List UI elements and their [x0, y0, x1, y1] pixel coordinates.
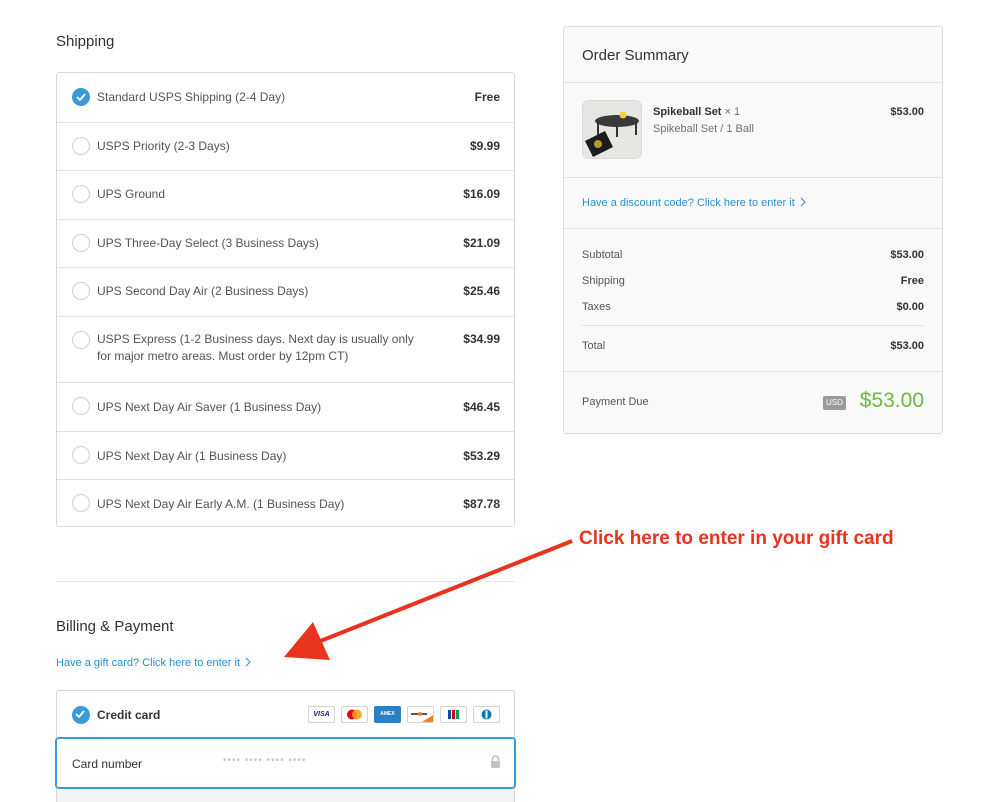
divider [564, 177, 942, 178]
product-variant: Spikeball Set / 1 Ball [653, 123, 754, 135]
shipping-options-list: Standard USPS Shipping (2-4 Day) Free US… [56, 72, 515, 527]
shipping-option-ups-second-day[interactable]: UPS Second Day Air (2 Business Days) $25… [57, 267, 514, 316]
shipping-label: Shipping [582, 275, 625, 287]
payment-method-label: Credit card [97, 708, 161, 722]
subtotal-label: Subtotal [582, 249, 623, 261]
radio-icon[interactable] [72, 446, 90, 464]
shipping-option-label: USPS Priority (2-3 Days) [97, 139, 230, 153]
shipping-option-ups-ground[interactable]: UPS Ground $16.09 [57, 170, 514, 219]
payment-due-amount: $53.00 [859, 389, 924, 412]
order-summary-panel: Order Summary Spikeball Set × 1 Spikebal… [563, 26, 943, 434]
shipping-option-usps-express[interactable]: USPS Express (1-2 Business days. Next da… [57, 316, 514, 382]
discount-code-link[interactable]: Have a discount code? Click here to ente… [582, 197, 806, 209]
diners-club-icon [473, 706, 500, 723]
amex-icon: AMEX [374, 706, 401, 723]
total-label: Total [582, 340, 606, 352]
lock-icon [491, 755, 500, 768]
product-title: Spikeball Set [653, 106, 722, 118]
radio-icon[interactable] [72, 494, 90, 512]
gift-card-link-text[interactable]: Have a gift card? Click here to enter it [56, 657, 240, 669]
radio-checked-icon[interactable] [72, 88, 90, 106]
shipping-option-price: $9.99 [469, 139, 500, 153]
annotation-callout: Click here to enter in your gift card [579, 528, 894, 549]
divider [564, 371, 942, 372]
chevron-right-icon [245, 657, 251, 667]
shipping-option-ups-next-day-early[interactable]: UPS Next Day Air Early A.M. (1 Business … [57, 479, 514, 526]
divider [582, 325, 924, 326]
shipping-section-title: Shipping [56, 33, 115, 50]
shipping-option-label: UPS Three-Day Select (3 Business Days) [97, 236, 319, 250]
gift-card-link[interactable]: Have a gift card? Click here to enter it [56, 657, 251, 669]
shipping-option-price: $21.09 [463, 236, 500, 250]
total-value: $53.00 [890, 340, 924, 352]
discover-icon [407, 706, 434, 723]
product-thumbnail [582, 100, 642, 159]
discount-code-link-text[interactable]: Have a discount code? Click here to ente… [582, 197, 795, 209]
radio-icon[interactable] [72, 397, 90, 415]
shipping-option-price: $53.29 [463, 449, 500, 463]
shipping-option-label: UPS Next Day Air (1 Business Day) [97, 449, 287, 463]
shipping-option-usps-priority[interactable]: USPS Priority (2-3 Days) $9.99 [57, 122, 514, 170]
taxes-label: Taxes [582, 301, 611, 313]
shipping-option-price: Free [474, 90, 500, 104]
billing-section-title: Billing & Payment [56, 618, 174, 635]
card-number-field[interactable]: Card number •••• •••• •••• •••• [55, 737, 516, 789]
card-fields-continuation [56, 789, 515, 802]
section-divider [56, 581, 515, 582]
payment-method-credit-card[interactable]: Credit card VISA AMEX [57, 691, 514, 737]
radio-icon[interactable] [72, 234, 90, 252]
card-brand-icons: VISA AMEX [308, 706, 500, 723]
shipping-option-label: USPS Express (1-2 Business days. Next da… [97, 332, 414, 363]
card-number-input[interactable]: •••• •••• •••• •••• [223, 755, 306, 766]
radio-icon[interactable] [72, 137, 90, 155]
shipping-option-label: Standard USPS Shipping (2-4 Day) [97, 90, 286, 104]
chevron-right-icon [800, 197, 806, 207]
divider [564, 228, 942, 229]
payment-due-label: Payment Due [582, 396, 649, 408]
order-summary-title: Order Summary [582, 47, 689, 64]
shipping-option-price: $34.99 [463, 332, 500, 346]
shipping-option-ups-three-day[interactable]: UPS Three-Day Select (3 Business Days) $… [57, 219, 514, 267]
shipping-option-price: $16.09 [463, 187, 500, 201]
divider [564, 82, 942, 83]
subtotal-value: $53.00 [890, 249, 924, 261]
radio-checked-icon[interactable] [72, 706, 90, 724]
shipping-option-label: UPS Next Day Air Saver (1 Business Day) [97, 400, 322, 414]
shipping-value: Free [900, 275, 924, 287]
jcb-icon [440, 706, 467, 723]
product-name: Spikeball Set × 1 [653, 106, 740, 118]
shipping-option-standard-usps[interactable]: Standard USPS Shipping (2-4 Day) Free [57, 73, 514, 122]
currency-badge: USD [823, 396, 846, 410]
shipping-option-ups-next-day-saver[interactable]: UPS Next Day Air Saver (1 Business Day) … [57, 382, 514, 431]
product-price: $53.00 [890, 106, 924, 118]
shipping-option-label: UPS Second Day Air (2 Business Days) [97, 284, 309, 298]
shipping-option-label: UPS Ground [97, 187, 166, 201]
shipping-option-price: $25.46 [463, 284, 500, 298]
radio-icon[interactable] [72, 282, 90, 300]
taxes-value: $0.00 [896, 301, 924, 313]
radio-icon[interactable] [72, 185, 90, 203]
radio-icon[interactable] [72, 331, 90, 349]
mastercard-icon [341, 706, 368, 723]
card-number-label: Card number [72, 757, 143, 771]
shipping-option-price: $87.78 [463, 497, 500, 511]
visa-icon: VISA [308, 706, 335, 723]
shipping-option-label: UPS Next Day Air Early A.M. (1 Business … [97, 497, 345, 511]
shipping-option-price: $46.45 [463, 400, 500, 414]
product-quantity: × 1 [724, 106, 741, 118]
shipping-option-ups-next-day[interactable]: UPS Next Day Air (1 Business Day) $53.29 [57, 431, 514, 479]
